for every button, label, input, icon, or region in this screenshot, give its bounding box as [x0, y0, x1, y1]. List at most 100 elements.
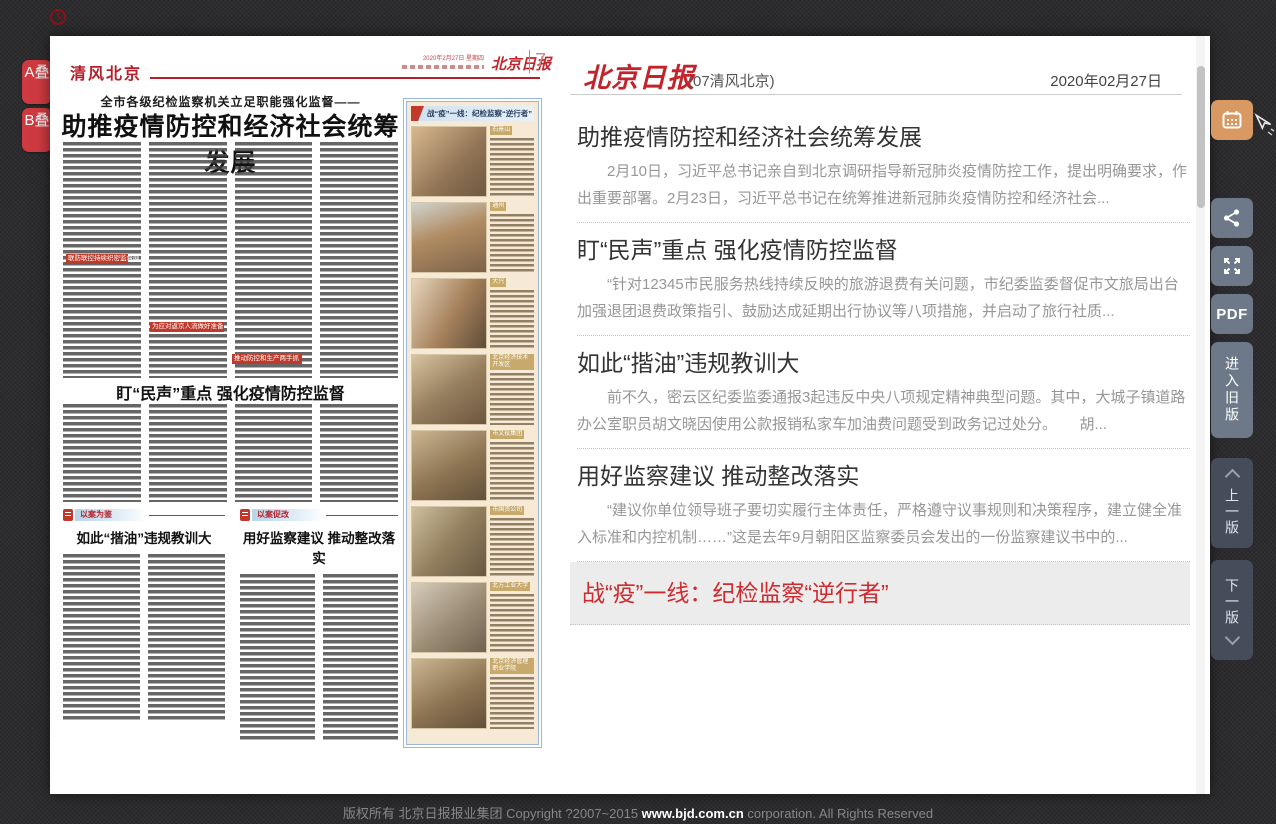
newspaper-photo: [411, 582, 487, 653]
newspaper-photo: [411, 126, 487, 197]
newspaper-body-text: [149, 404, 227, 502]
feature-tag: 以案为鉴: [75, 509, 147, 521]
brand-logo: 北京日报: [583, 56, 695, 95]
newspaper-date-block: 2020年2月27日 星期四: [402, 55, 484, 69]
newspaper-page[interactable]: 清风北京 2020年2月27日 星期四 北京日报 7 全市各级纪检监察机关立足职…: [50, 36, 555, 794]
article-title[interactable]: 用好监察建议 推动整改落实: [577, 461, 1190, 491]
photo-caption: [490, 214, 534, 273]
scrollbar-thumb[interactable]: [1197, 66, 1205, 208]
photo-caption: [490, 290, 534, 349]
photo-item: 大兴: [411, 278, 534, 349]
article-item-selected[interactable]: 战“疫”一线：纪检监察“逆行者”: [570, 562, 1190, 625]
scrollbar-track[interactable]: [1196, 36, 1205, 794]
newspaper-body-columns: [63, 404, 398, 502]
old-version-button[interactable]: 进入旧版: [1211, 342, 1253, 438]
article-title[interactable]: 如此“揩油”违规教训大: [577, 348, 1190, 378]
feature-article-right[interactable]: 以案促改 用好监察建议 推动整改落实: [240, 508, 398, 742]
article-item[interactable]: 如此“揩油”违规教训大 前不久，密云区纪委监委通报3起违反中央八项规定精神典型问…: [577, 336, 1190, 449]
newspaper-body-text: [235, 404, 313, 502]
edition-b-button[interactable]: B叠: [22, 108, 52, 152]
article-title[interactable]: 助推疫情防控和经济社会统筹发展: [577, 122, 1190, 152]
newspaper-body-text: [240, 574, 315, 742]
inline-subhead: 联防联控持续织密监督网: [66, 254, 128, 264]
edition-a-button[interactable]: A叠: [22, 60, 52, 104]
feature-article-left[interactable]: 以案为鉴 如此“揩油”违规教训大: [63, 508, 225, 722]
article-panel-header: 北京日报 (07清风北京) 2020年02月27日: [570, 36, 1190, 94]
calendar-icon: [1221, 109, 1243, 131]
feature-tag: 以案促改: [252, 509, 324, 521]
chevron-down-icon: [1224, 629, 1240, 645]
photo-caption: [490, 594, 534, 653]
fullscreen-button[interactable]: [1211, 246, 1253, 286]
newspaper-staff-line: [402, 65, 484, 69]
photo-caption: [490, 138, 534, 197]
brush-accent: [411, 106, 424, 121]
inline-subhead: 为应对返京人流做好准备: [150, 322, 224, 332]
article-summary: 前不久，密云区纪委监委通报3起违反中央八项规定精神典型问题。其中，大城子镇道路办…: [577, 384, 1190, 438]
pdf-button[interactable]: PDF: [1211, 294, 1253, 334]
photo-label: 市文投集团: [490, 430, 524, 439]
photo-label: 通州: [490, 202, 506, 211]
share-button[interactable]: [1211, 198, 1253, 238]
newspaper-body-text: [320, 404, 398, 502]
newspaper-body-columns: [240, 574, 398, 742]
tag-rule: [326, 515, 398, 516]
photo-caption: [490, 373, 534, 425]
newspaper-body-text: [235, 142, 313, 378]
article-item[interactable]: 盯“民声”重点 强化疫情防控监督 “针对12345市民服务热线持续反映的旅游退费…: [577, 223, 1190, 336]
newspaper-body-text: [320, 142, 398, 378]
newspaper-subheadline[interactable]: 盯“民声”重点 强化疫情防控监督: [63, 380, 398, 404]
app-background: A叠 B叠 清风北京 2020年2月27日 星期四 北京日报 7 全市各级纪检监…: [0, 0, 1276, 824]
photo-label: 市国资公司: [490, 506, 524, 515]
photo-caption: [490, 518, 534, 577]
photo-caption: [490, 442, 534, 501]
next-page-button[interactable]: 下一版: [1211, 560, 1253, 660]
photo-column-title-text: 战“疫”一线：纪检监察“逆行者”: [427, 109, 532, 118]
photo-label: 北京经济管理职业学院: [490, 658, 534, 674]
inline-subhead: 推动防控和生产两手抓: [232, 354, 302, 364]
photo-column[interactable]: 战“疫”一线：纪检监察“逆行者” 石景山 通州 大兴: [403, 98, 542, 748]
newspaper-section-title: 清风北京: [70, 60, 142, 84]
tag-rule: [149, 515, 225, 516]
newspaper-body-text: [63, 554, 140, 722]
feature-headline[interactable]: 如此“揩油”违规教训大: [63, 527, 225, 547]
case-booklet-icon: [240, 509, 250, 521]
footer-link[interactable]: www.bjd.com.cn: [642, 806, 744, 821]
photo-item: 石景山: [411, 126, 534, 197]
photo-label: 大兴: [490, 278, 506, 287]
photo-item: 北京经济技术开发区: [411, 354, 534, 425]
newspaper-date: 2020年2月27日 星期四: [402, 55, 484, 63]
article-title[interactable]: 盯“民声”重点 强化疫情防控监督: [577, 235, 1190, 265]
photo-caption: [490, 677, 534, 729]
case-booklet-icon: [63, 509, 73, 521]
photo-item: 市文投集团: [411, 430, 534, 501]
photo-label: 石景山: [490, 126, 512, 135]
article-title[interactable]: 战“疫”一线：纪检监察“逆行者”: [582, 578, 1180, 608]
newspaper-photo: [411, 658, 487, 729]
photo-column-title: 战“疫”一线：纪检监察“逆行者”: [411, 106, 534, 121]
feature-headline[interactable]: 用好监察建议 推动整改落实: [240, 527, 398, 567]
header-divider: [570, 94, 1182, 95]
article-item[interactable]: 用好监察建议 推动整改落实 “建议你单位领导班子要切实履行主体责任，严格遵守议事…: [577, 449, 1190, 562]
previous-page-button[interactable]: 上一版: [1211, 458, 1253, 548]
article-item[interactable]: 助推疫情防控和经济社会统筹发展 2月10日，习近平总书记亲自到北京调研指导新冠肺…: [577, 110, 1190, 223]
newspaper-body-text: [323, 574, 398, 742]
section-label: (07清风北京): [688, 70, 775, 91]
newspaper-body-text: [148, 554, 225, 722]
share-icon: [1221, 207, 1243, 229]
newspaper-body-columns: [63, 554, 225, 722]
newspaper-photo: [411, 354, 487, 425]
newspaper-body-text: [149, 142, 227, 378]
footer: 版权所有 北京日报报业集团 Copyright ?2007~2015 www.b…: [0, 803, 1276, 822]
next-page-label: 下一版: [1222, 578, 1242, 626]
article-summary: 2月10日，习近平总书记亲自到北京调研指导新冠肺炎疫情防控工作，提出明确要求，作…: [577, 158, 1190, 212]
newspaper-photo: [411, 202, 487, 273]
chevron-up-icon: [1224, 468, 1240, 484]
history-clock-icon[interactable]: [49, 8, 67, 26]
footer-copyright: 版权所有 北京日报报业集团 Copyright ?2007~2015: [343, 806, 642, 821]
mouse-cursor: [1254, 112, 1276, 138]
photo-item: 北方工业大学: [411, 582, 534, 653]
calendar-button[interactable]: [1211, 100, 1253, 140]
newspaper-page-number: 7: [529, 50, 546, 73]
section-rule: [150, 77, 540, 79]
